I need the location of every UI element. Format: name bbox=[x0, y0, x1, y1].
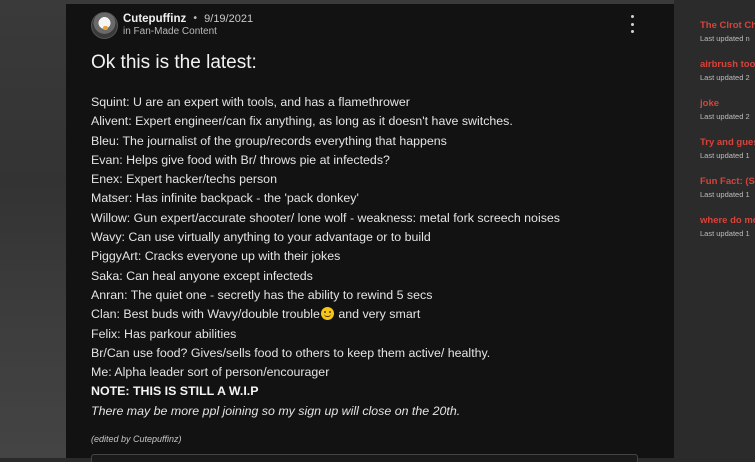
sidebar-post-item[interactable]: where do mo Last updated 1 bbox=[700, 215, 755, 238]
body-line: Squint: U are an expert with tools, and … bbox=[91, 95, 410, 109]
sidebar-post-item[interactable]: airbrush too Last updated 2 bbox=[700, 59, 755, 82]
sidebar-post-title[interactable]: where do mo bbox=[700, 215, 755, 227]
avatar-beak bbox=[103, 25, 108, 30]
related-posts-sidebar: The Clrot Ch Last updated n airbrush too… bbox=[674, 0, 755, 458]
body-line: Felix: Has parkour abilities bbox=[91, 326, 237, 341]
sidebar-post-item[interactable]: Try and gues Last updated 1 bbox=[700, 137, 755, 160]
sidebar-post-updated: Last updated 1 bbox=[700, 151, 750, 160]
more-dot-icon bbox=[630, 15, 634, 18]
post-category[interactable]: in Fan-Made Content bbox=[123, 26, 253, 38]
more-dot-icon bbox=[630, 22, 634, 26]
body-line: Bleu: The journalist of the group/record… bbox=[91, 133, 447, 148]
body-line: PiggyArt: Cracks everyone up with their … bbox=[91, 249, 341, 264]
body-line: Saka: Can heal anyone except infecteds bbox=[91, 268, 313, 283]
sidebar-post-title[interactable]: airbrush too bbox=[700, 59, 755, 71]
sidebar-post-title[interactable]: Try and gues bbox=[700, 137, 755, 149]
sidebar-post-updated: Last updated 1 bbox=[700, 229, 750, 238]
body-line: Wavy: Can use virtually anything to your… bbox=[91, 230, 431, 245]
body-line: Br/Can use food? Gives/sells food to oth… bbox=[91, 345, 491, 360]
avatar[interactable] bbox=[91, 11, 118, 39]
more-options-button[interactable] bbox=[624, 15, 640, 33]
post-card: Cutepuffinz • 9/19/2021 in Fan-Made Cont… bbox=[66, 4, 674, 462]
meta-separator: • bbox=[192, 12, 199, 24]
post-header: Cutepuffinz • 9/19/2021 in Fan-Made Cont… bbox=[91, 10, 253, 40]
body-line: Me: Alpha leader sort of person/encourag… bbox=[91, 365, 330, 380]
sidebar-post-item[interactable]: joke Last updated 2 bbox=[700, 98, 755, 121]
winking-face-emoji-icon bbox=[320, 307, 334, 321]
body-line-clan: Clan: Best buds with Wavy/double trouble… bbox=[91, 305, 651, 324]
post-meta: Cutepuffinz • 9/19/2021 in Fan-Made Cont… bbox=[123, 13, 253, 38]
post-meta-top: Cutepuffinz • 9/19/2021 bbox=[123, 13, 253, 25]
edited-by-label: (edited by Cutepuffinz) bbox=[91, 434, 182, 444]
more-dot-icon bbox=[630, 30, 634, 33]
signup-note: There may be more ppl joining so my sign… bbox=[91, 403, 461, 418]
sidebar-post-title[interactable]: joke bbox=[700, 98, 755, 110]
body-line: Evan: Helps give food with Br/ throws pi… bbox=[91, 152, 390, 167]
sidebar-post-updated: Last updated 1 bbox=[700, 190, 750, 199]
sidebar-post-updated: Last updated 2 bbox=[700, 112, 750, 121]
post-date: 9/19/2021 bbox=[204, 12, 254, 25]
page-background-left bbox=[0, 0, 66, 458]
sidebar-post-item[interactable]: Fun Fact: (S Last updated 1 bbox=[700, 176, 755, 199]
body-line: Willow: Gun expert/accurate shooter/ lon… bbox=[91, 210, 560, 225]
clan-text-start: Clan: Best buds with Wavy/double trouble bbox=[91, 307, 320, 322]
sidebar-post-updated: Last updated n bbox=[700, 34, 750, 43]
author-name[interactable]: Cutepuffinz bbox=[123, 13, 186, 25]
sidebar-post-item[interactable]: The Clrot Ch Last updated n bbox=[700, 20, 755, 43]
post-title: Ok this is the latest: bbox=[91, 52, 257, 73]
wip-note: NOTE: THIS IS STILL A W.I.P bbox=[91, 384, 259, 399]
sidebar-post-updated: Last updated 2 bbox=[700, 73, 750, 82]
clan-text-end: and very smart bbox=[334, 307, 421, 322]
post-body: Squint: U are an expert with tools, and … bbox=[91, 93, 651, 421]
body-line: Matser: Has infinite backpack - the 'pac… bbox=[91, 191, 359, 206]
body-line: Alivent: Expert engineer/can fix anythin… bbox=[91, 114, 513, 129]
reply-input[interactable] bbox=[91, 454, 638, 462]
sidebar-post-title[interactable]: Fun Fact: (S bbox=[700, 176, 755, 188]
body-line: Anran: The quiet one - secretly has the … bbox=[91, 287, 433, 302]
body-line: Enex: Expert hacker/techs person bbox=[91, 172, 277, 187]
sidebar-post-title[interactable]: The Clrot Ch bbox=[700, 20, 755, 32]
